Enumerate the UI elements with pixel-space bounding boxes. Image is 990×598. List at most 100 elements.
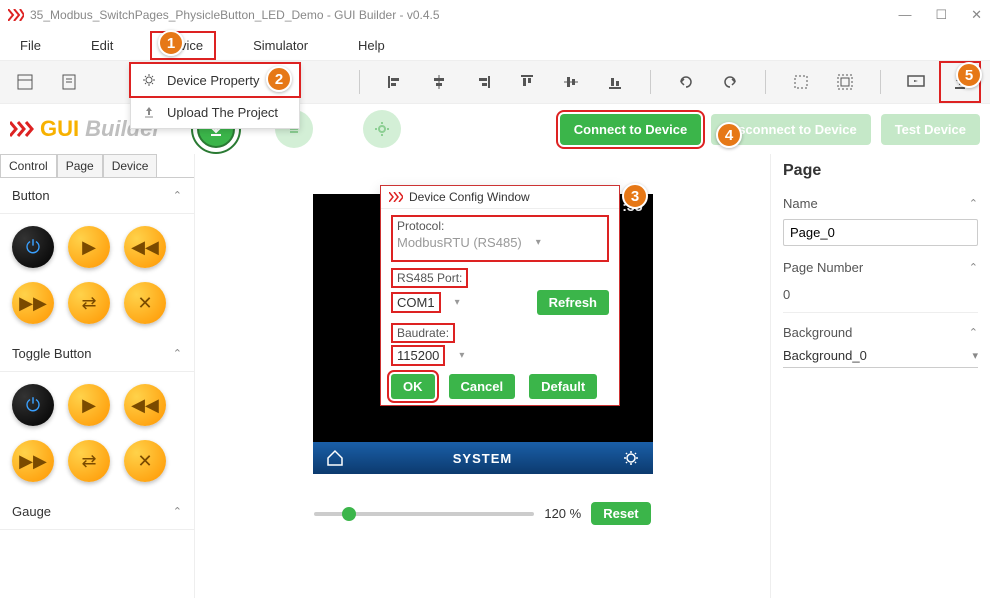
menu-simulator[interactable]: Simulator	[243, 34, 318, 57]
dropdown-icon[interactable]: ▾	[459, 350, 464, 361]
refresh-button[interactable]: Refresh	[537, 290, 609, 315]
test-button[interactable]: Test Device	[881, 114, 980, 145]
dialog-title-row: Device Config Window	[381, 186, 619, 209]
widget-play[interactable]: ▶	[68, 226, 110, 268]
toolbar-icon-1[interactable]	[10, 67, 40, 97]
align-center-v-icon[interactable]	[556, 67, 586, 97]
select-icon[interactable]	[786, 67, 816, 97]
toggle-widgets: ⏻ ▶ ◀◀ ▶▶ ⇄ ✕	[0, 372, 194, 494]
button-widgets: ⏻ ▶ ◀◀ ▶▶ ⇄ ✕	[0, 214, 194, 336]
chevron-up-icon: ⌃	[173, 189, 182, 202]
chevron-up-icon: ⌃	[969, 197, 978, 210]
badge-3: 3	[622, 183, 648, 209]
connect-button[interactable]: Connect to Device	[560, 114, 701, 145]
toolbar-icon-2[interactable]	[54, 67, 84, 97]
widget-play-2[interactable]: ▶	[68, 384, 110, 426]
page-number-value: 0	[783, 283, 978, 313]
gear-icon	[141, 72, 157, 88]
maximize-button[interactable]: ☐	[935, 7, 947, 23]
menu-file[interactable]: File	[10, 34, 51, 57]
toolbar: Device Property Upload The Project	[0, 60, 990, 104]
select-all-icon[interactable]	[830, 67, 860, 97]
zoom-row: 120 % Reset	[314, 502, 650, 525]
widget-power[interactable]: ⏻	[12, 226, 54, 268]
port-label: RS485 Port:	[391, 268, 468, 288]
badge-1: 1	[158, 30, 184, 56]
chevron-up-icon: ⌃	[969, 326, 978, 339]
tab-control[interactable]: Control	[0, 154, 57, 177]
align-bottom-icon[interactable]	[600, 67, 630, 97]
widget-forward[interactable]: ▶▶	[12, 282, 54, 324]
home-icon[interactable]	[325, 448, 345, 468]
minimize-button[interactable]: —	[898, 7, 911, 23]
section-gauge[interactable]: Gauge⌃	[0, 494, 194, 530]
prop-bg-row[interactable]: Background⌃	[783, 317, 978, 348]
ok-button[interactable]: OK	[391, 374, 435, 399]
section-button[interactable]: Button⌃	[0, 178, 194, 214]
prop-name-row[interactable]: Name⌃	[783, 188, 978, 219]
tab-page[interactable]: Page	[57, 154, 103, 177]
widget-rewind[interactable]: ◀◀	[124, 226, 166, 268]
zoom-reset-button[interactable]: Reset	[591, 502, 650, 525]
chevron-up-icon: ⌃	[173, 505, 182, 518]
chevron-up-icon: ⌃	[969, 261, 978, 274]
widget-random-2[interactable]: ✕	[124, 440, 166, 482]
widget-random[interactable]: ✕	[124, 282, 166, 324]
left-panel: Control Page Device Button⌃ ⏻ ▶ ◀◀ ▶▶ ⇄ …	[0, 154, 195, 598]
port-value[interactable]: COM1	[397, 295, 435, 310]
badge-2: 2	[266, 66, 292, 92]
chevron-up-icon: ⌃	[173, 347, 182, 360]
section-toggle[interactable]: Toggle Button⌃	[0, 336, 194, 372]
tab-device[interactable]: Device	[103, 154, 158, 177]
protocol-value[interactable]: ModbusRTU (RS485)	[397, 235, 522, 250]
dropdown-icon[interactable]: ▾	[536, 237, 541, 248]
device-config-dialog: Device Config Window Protocol: ModbusRTU…	[380, 185, 620, 406]
undo-icon[interactable]	[671, 67, 701, 97]
menubar: File Edit Device Simulator Help	[0, 30, 990, 60]
upload-small-icon	[141, 104, 157, 120]
baud-label: Baudrate:	[391, 323, 455, 343]
right-panel: Page Name⌃ Page Number⌃ 0 Background⌃ Ba…	[770, 154, 990, 598]
right-title: Page	[783, 162, 978, 180]
upload-project-item[interactable]: Upload The Project	[131, 96, 299, 128]
close-button[interactable]: ✕	[971, 7, 982, 23]
app-logo-icon	[8, 9, 24, 21]
stage-title: SYSTEM	[453, 451, 512, 466]
align-center-h-icon[interactable]	[424, 67, 454, 97]
align-right-icon[interactable]	[468, 67, 498, 97]
page-name-input[interactable]	[783, 219, 978, 246]
menu-help[interactable]: Help	[348, 34, 395, 57]
cancel-button[interactable]: Cancel	[449, 374, 516, 399]
dropdown-icon[interactable]: ▾	[972, 349, 978, 362]
stage-gear-icon[interactable]	[621, 448, 641, 468]
window-controls: — ☐ ✕	[898, 7, 982, 23]
dialog-title: Device Config Window	[409, 190, 530, 204]
stage-bottom-bar: SYSTEM	[313, 442, 653, 474]
dropdown-icon[interactable]: ▾	[455, 297, 460, 308]
left-tabs: Control Page Device	[0, 154, 194, 178]
background-value: Background_0	[783, 348, 867, 363]
titlebar: 35_Modbus_SwitchPages_PhysicleButton_LED…	[0, 0, 990, 30]
preview-icon[interactable]	[901, 67, 931, 97]
badge-5: 5	[956, 62, 982, 88]
zoom-slider[interactable]	[314, 512, 534, 516]
widget-power-2[interactable]: ⏻	[12, 384, 54, 426]
upload-project-label: Upload The Project	[167, 105, 278, 120]
window-title: 35_Modbus_SwitchPages_PhysicleButton_LED…	[30, 8, 898, 22]
align-left-icon[interactable]	[380, 67, 410, 97]
badge-4: 4	[716, 122, 742, 148]
default-button[interactable]: Default	[529, 374, 597, 399]
widget-shuffle[interactable]: ⇄	[68, 282, 110, 324]
widget-forward-2[interactable]: ▶▶	[12, 440, 54, 482]
protocol-label: Protocol:	[397, 219, 603, 233]
widget-rewind-2[interactable]: ◀◀	[124, 384, 166, 426]
widget-shuffle-2[interactable]: ⇄	[68, 440, 110, 482]
device-property-label: Device Property	[167, 73, 259, 88]
zoom-percent: 120 %	[544, 506, 581, 521]
align-top-icon[interactable]	[512, 67, 542, 97]
menu-edit[interactable]: Edit	[81, 34, 123, 57]
baud-value[interactable]: 115200	[397, 348, 439, 363]
gear-round-button[interactable]	[363, 110, 401, 148]
redo-icon[interactable]	[715, 67, 745, 97]
prop-num-row[interactable]: Page Number⌃	[783, 252, 978, 283]
